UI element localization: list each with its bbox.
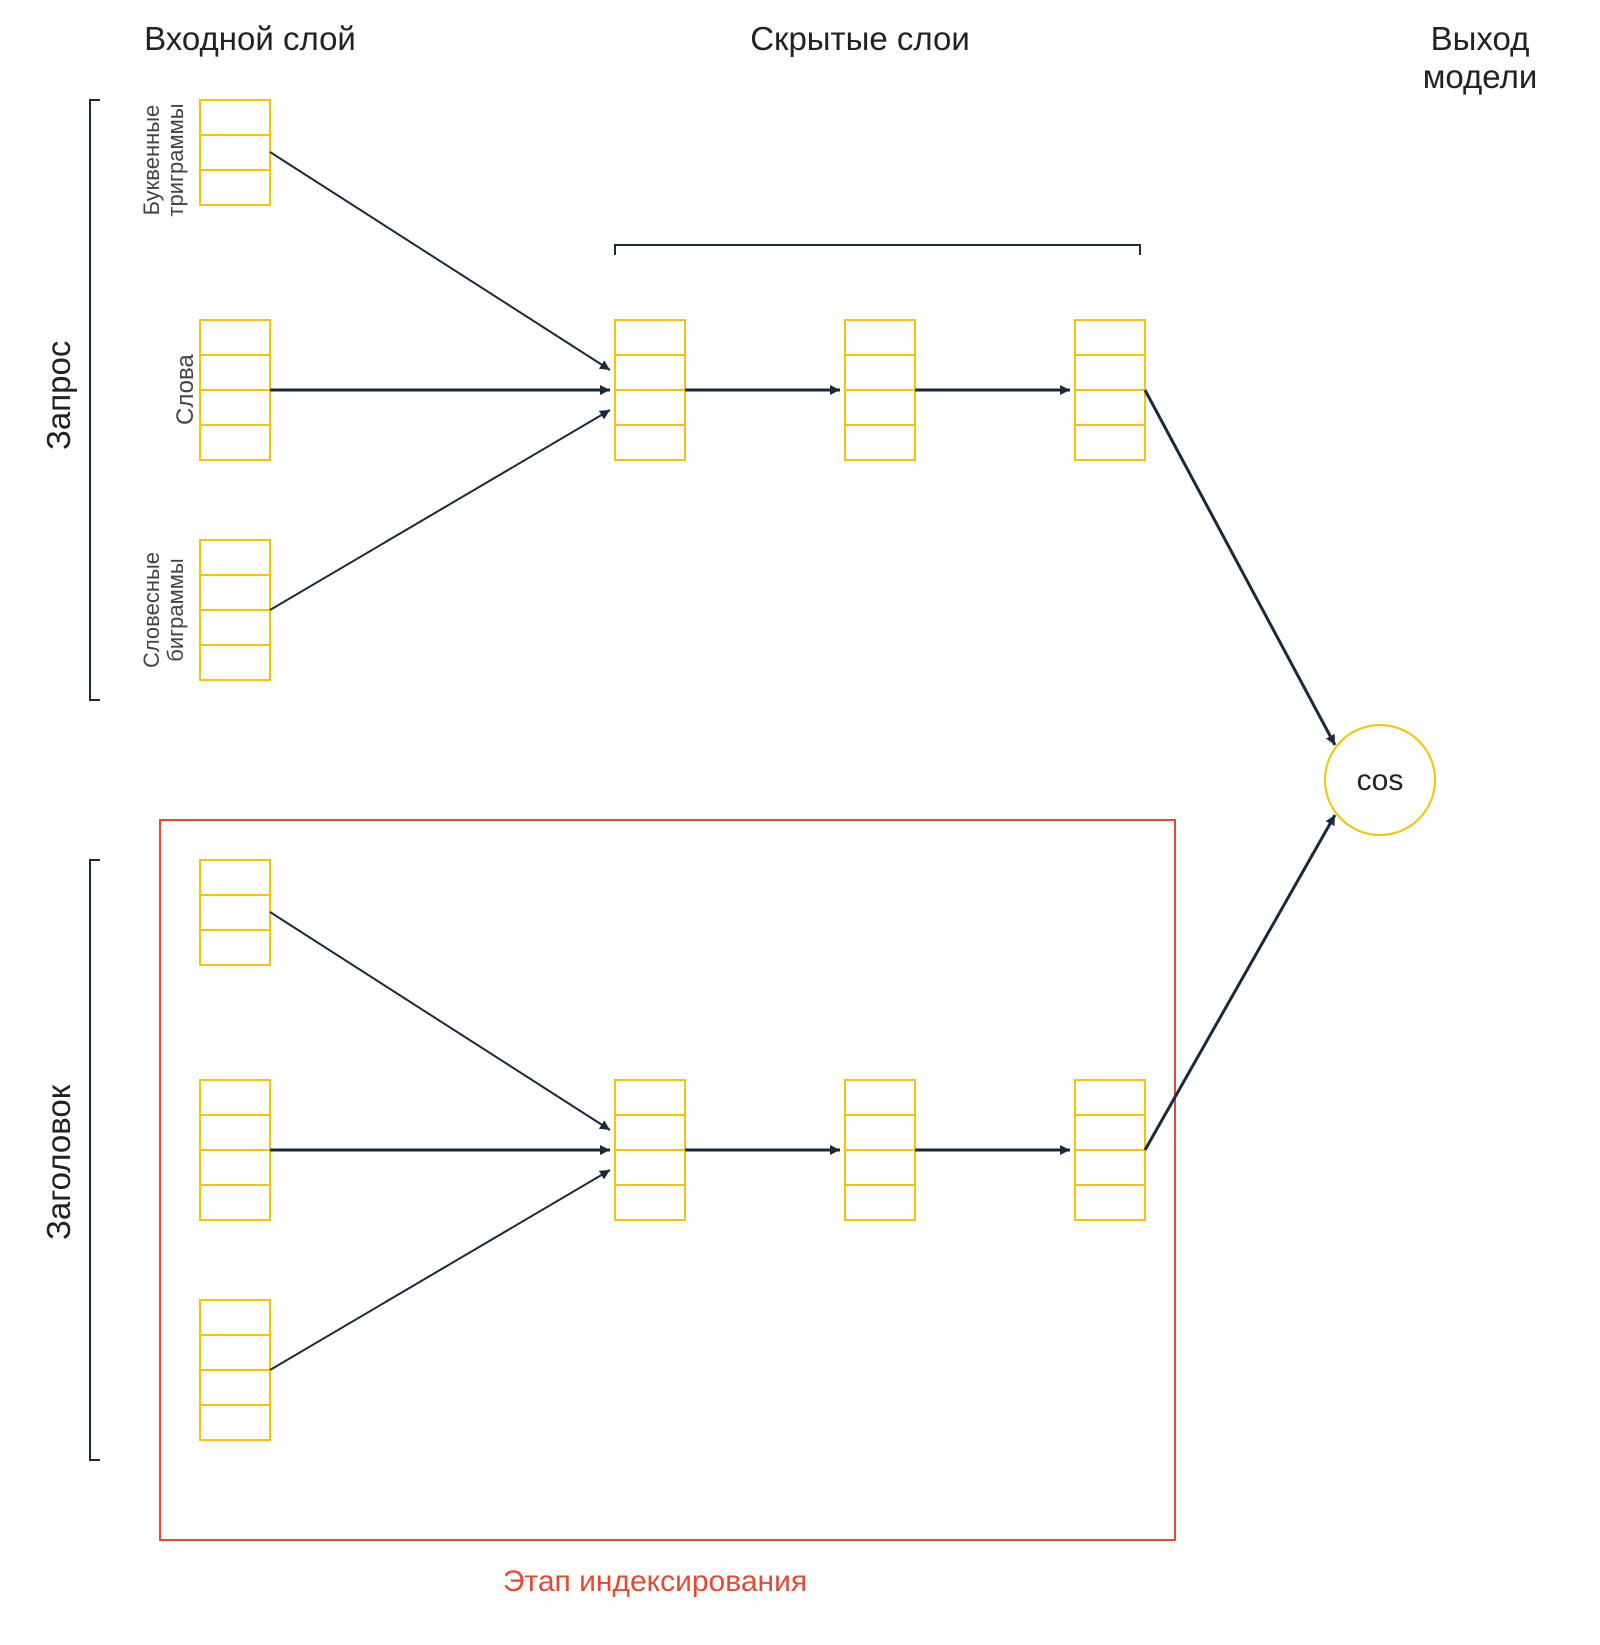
arrow-q-bigram-h1 [270, 410, 610, 610]
input-label-words: Слова [172, 354, 200, 425]
query-hidden-3 [1075, 320, 1145, 460]
header-input-layer: Входной слой [110, 20, 390, 58]
output-cos-label: cos [1357, 764, 1404, 797]
title-hidden-3 [1075, 1080, 1145, 1220]
bracket-title [90, 860, 100, 1460]
arrow-q-trigram-h1 [270, 152, 610, 370]
query-hidden-1 [615, 320, 685, 460]
arrow-t-trigram-h1 [270, 912, 610, 1130]
header-output: Выход модели [1380, 20, 1580, 96]
title-input-words [200, 1080, 270, 1220]
arrow-t-to-cos [1145, 815, 1335, 1150]
diagram-svg: cos [0, 0, 1600, 1645]
bracket-query [90, 100, 100, 700]
section-label-title: Заголовок [40, 1085, 78, 1240]
query-input-bigrams [200, 540, 270, 680]
section-label-query: Запрос [40, 341, 78, 450]
indexing-caption: Этап индексирования [380, 1565, 930, 1599]
query-input-trigrams [200, 100, 270, 205]
header-hidden-layers: Скрытые слои [720, 20, 1000, 58]
bracket-hidden-top [615, 245, 1140, 255]
title-input-bigrams [200, 1300, 270, 1440]
title-hidden-1 [615, 1080, 685, 1220]
arrow-t-bigram-h1 [270, 1170, 610, 1370]
title-input-trigrams [200, 860, 270, 965]
input-label-trigrams-block: Буквенные триграммы [140, 95, 188, 225]
diagram-canvas: Входной слой Скрытые слои Выход модели З… [0, 0, 1600, 1645]
input-label-bigrams-block: Словесные биграммы [140, 540, 188, 680]
query-hidden-2 [845, 320, 915, 460]
title-hidden-2 [845, 1080, 915, 1220]
query-input-words [200, 320, 270, 460]
arrow-q-to-cos [1145, 390, 1335, 745]
indexing-box [160, 820, 1175, 1540]
